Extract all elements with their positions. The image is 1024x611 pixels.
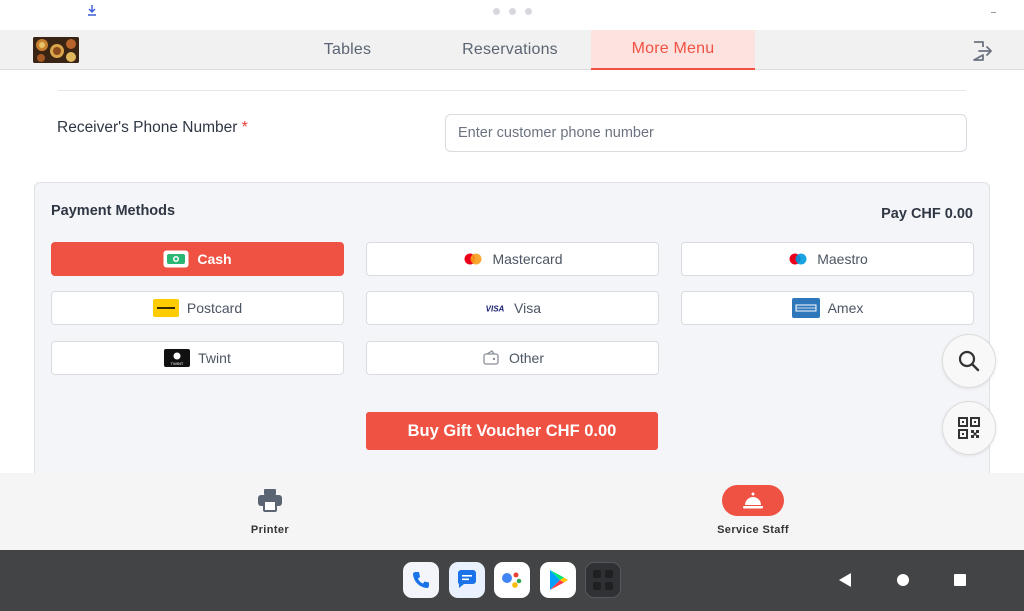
status-bar: [0, 0, 1024, 30]
payment-methods-panel: Payment Methods Pay CHF 0.00 Cash Master…: [34, 182, 990, 482]
svg-text:VISA: VISA: [486, 305, 505, 314]
download-icon: [88, 5, 96, 16]
payment-twint-label: Twint: [198, 350, 231, 366]
buy-gift-voucher-button[interactable]: Buy Gift Voucher CHF 0.00: [366, 412, 658, 450]
postcard-icon: [152, 299, 179, 317]
payment-mastercard-label: Mastercard: [492, 251, 563, 267]
tab-reservations[interactable]: Reservations: [440, 30, 580, 70]
payment-maestro-button[interactable]: Maestro: [681, 242, 974, 276]
bottom-app-bar: Printer Service Staff: [0, 473, 1024, 550]
payment-other-button[interactable]: Other: [366, 341, 659, 375]
maestro-icon: [787, 252, 809, 266]
printer-icon: [258, 489, 282, 512]
printer-nav-item[interactable]: Printer: [230, 473, 310, 550]
phone-app-icon[interactable]: [403, 562, 439, 598]
payment-amex-button[interactable]: Amex: [681, 291, 974, 325]
window-handle-dots: [493, 8, 532, 15]
app-drawer-icon[interactable]: [585, 562, 621, 598]
service-staff-label: Service Staff: [717, 524, 789, 536]
payment-methods-title: Payment Methods: [51, 203, 176, 219]
tab-more-menu[interactable]: More Menu: [591, 30, 755, 70]
service-staff-indicator: [722, 485, 784, 516]
phone-number-input[interactable]: [445, 114, 967, 152]
service-staff-nav-item[interactable]: Service Staff: [703, 473, 803, 550]
logout-icon[interactable]: [970, 39, 994, 63]
payment-mastercard-button[interactable]: Mastercard: [366, 242, 659, 276]
qr-code-icon: [958, 417, 980, 439]
payment-twint-button[interactable]: TWINT Twint: [51, 341, 344, 375]
payment-amex-label: Amex: [827, 300, 864, 316]
app-screen: Tables Reservations More Menu Receiver's…: [0, 0, 1024, 611]
minimize-mark: [991, 12, 996, 13]
cash-icon: [163, 250, 189, 268]
assistant-app-icon[interactable]: [494, 562, 530, 598]
payment-other-label: Other: [508, 350, 544, 366]
tab-tables[interactable]: Tables: [300, 30, 395, 70]
payment-maestro-label: Maestro: [817, 251, 868, 267]
wallet-icon: [481, 349, 501, 367]
payment-postcard-button[interactable]: Postcard: [51, 291, 344, 325]
qr-scan-button[interactable]: [942, 401, 996, 455]
payment-cash-label: Cash: [197, 251, 232, 267]
payment-postcard-label: Postcard: [186, 300, 243, 316]
search-icon: [958, 350, 980, 372]
recents-nav-icon[interactable]: [950, 570, 970, 590]
mastercard-icon: [462, 252, 484, 266]
printer-label: Printer: [250, 524, 290, 536]
required-mark: *: [241, 119, 248, 136]
amex-icon: [791, 298, 820, 318]
home-nav-icon[interactable]: [893, 570, 913, 590]
payment-visa-label: Visa: [514, 300, 541, 316]
payment-cash-button[interactable]: Cash: [51, 242, 344, 276]
payment-visa-button[interactable]: VISA Visa: [366, 291, 659, 325]
phone-number-label: Receiver's Phone Number *: [57, 119, 248, 137]
play-store-app-icon[interactable]: [540, 562, 576, 598]
twint-icon: TWINT: [164, 349, 191, 367]
phone-label-text: Receiver's Phone Number: [57, 119, 238, 136]
messages-app-icon[interactable]: [449, 562, 485, 598]
pay-total: Pay CHF 0.00: [881, 206, 973, 222]
service-bell-icon: [743, 492, 763, 508]
back-nav-icon[interactable]: [835, 570, 855, 590]
svg-text:TWINT: TWINT: [171, 361, 184, 366]
section-divider: [58, 90, 966, 91]
visa-icon: VISA: [484, 301, 506, 315]
search-button[interactable]: [942, 334, 996, 388]
top-nav: Tables Reservations More Menu: [0, 30, 1024, 70]
restaurant-logo: [33, 37, 79, 63]
